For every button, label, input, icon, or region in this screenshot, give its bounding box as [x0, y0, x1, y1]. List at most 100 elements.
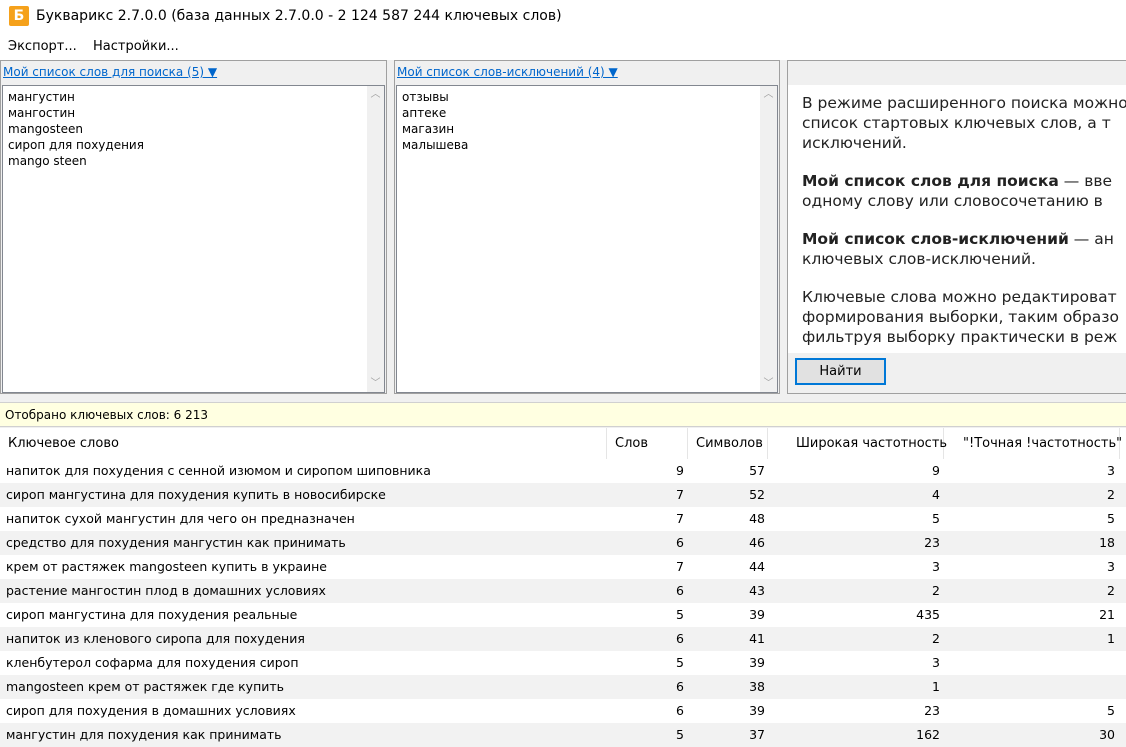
search-word: mangosteen — [8, 122, 83, 136]
table-row[interactable]: крем от растяжек mangosteen купить в укр… — [0, 555, 1126, 579]
cell-keyword: крем от растяжек mangosteen купить в укр… — [6, 559, 327, 574]
menu-settings[interactable]: Настройки... — [93, 39, 179, 54]
cell-broad-freq: 3 — [932, 559, 940, 574]
cell-broad-freq: 1 — [932, 679, 940, 694]
table-row[interactable]: средство для похудения мангустин как при… — [0, 531, 1126, 555]
cell-keyword: mangosteen крем от растяжек где купить — [6, 679, 285, 694]
search-words-panel: Мой список слов для поиска (5) ▼ мангуст… — [0, 60, 387, 394]
search-words-textarea[interactable]: мангустин мангостин mangosteen сироп для… — [2, 85, 385, 393]
cell-keyword: сироп мангустина для похудения реальные — [6, 607, 298, 622]
cell-chars: 48 — [749, 511, 765, 526]
column-header-keyword[interactable]: Ключевое слово — [0, 428, 607, 459]
scroll-down-icon[interactable]: ﹀ — [760, 375, 777, 392]
exclude-words-panel: Мой список слов-исключений (4) ▼ отзывы … — [394, 60, 780, 394]
cell-broad-freq: 9 — [932, 463, 940, 478]
cell-keyword: кленбутерол софарма для похудения сироп — [6, 655, 299, 670]
menu-bar: Экспорт... Настройки... — [0, 34, 1126, 60]
table-row[interactable]: сироп для похудения в домашних условиях 6… — [0, 699, 1126, 723]
info-paragraph-2: Мой список слов для поиска — вве одному … — [802, 172, 1113, 210]
cell-words: 9 — [676, 463, 684, 478]
cell-chars: 39 — [749, 655, 765, 670]
search-list-scrollbar[interactable]: ︿ ﹀ — [367, 86, 384, 392]
table-row[interactable]: напиток для похудения с сенной изюмом и … — [0, 459, 1126, 483]
scroll-up-icon[interactable]: ︿ — [760, 86, 777, 103]
cell-exact-freq: 3 — [1107, 559, 1115, 574]
cell-words: 6 — [676, 631, 684, 646]
cell-exact-freq: 21 — [1099, 607, 1115, 622]
exclude-list-header-link[interactable]: Мой список слов-исключений (4) ▼ — [397, 65, 618, 79]
cell-broad-freq: 162 — [916, 727, 940, 742]
cell-words: 5 — [676, 727, 684, 742]
info-paragraph-1: В режиме расширенного поиска можно списо… — [802, 94, 1126, 152]
menu-export[interactable]: Экспорт... — [8, 39, 77, 54]
exclude-word: отзывы — [402, 90, 449, 104]
cell-exact-freq: 3 — [1107, 463, 1115, 478]
cell-exact-freq — [944, 651, 1115, 675]
cell-chars: 57 — [749, 463, 765, 478]
cell-chars: 38 — [749, 679, 765, 694]
cell-chars: 39 — [749, 607, 765, 622]
info-panel: В режиме расширенного поиска можно списо… — [787, 60, 1126, 394]
cell-chars: 52 — [749, 487, 765, 502]
cell-words: 7 — [676, 559, 684, 574]
cell-broad-freq: 435 — [916, 607, 940, 622]
exclude-list-scrollbar[interactable]: ︿ ﹀ — [760, 86, 777, 392]
table-row[interactable]: напиток сухой мангустин для чего он пред… — [0, 507, 1126, 531]
cell-keyword: напиток из кленового сиропа для похудени… — [6, 631, 305, 646]
search-list-header-link[interactable]: Мой список слов для поиска (5) ▼ — [3, 65, 217, 79]
cell-chars: 46 — [749, 535, 765, 550]
table-row[interactable]: мангустин для похудения как принимать 5 37… — [0, 723, 1126, 747]
cell-words: 6 — [676, 583, 684, 598]
scroll-down-icon[interactable]: ﹀ — [367, 375, 384, 392]
search-word: мангустин — [8, 90, 75, 104]
cell-exact-freq: 30 — [1099, 727, 1115, 742]
cell-keyword: растение мангостин плод в домашних услов… — [6, 583, 326, 598]
cell-broad-freq: 5 — [932, 511, 940, 526]
info-text-area: В режиме расширенного поиска можно списо… — [788, 85, 1126, 353]
cell-words: 6 — [676, 703, 684, 718]
cell-exact-freq: 2 — [1107, 487, 1115, 502]
cell-exact-freq: 5 — [1107, 703, 1115, 718]
search-word: mango steen — [8, 154, 87, 168]
info-paragraph-3: Мой список слов-исключений — ан ключевых… — [802, 230, 1114, 268]
cell-chars: 37 — [749, 727, 765, 742]
table-row[interactable]: кленбутерол софарма для похудения сироп 5… — [0, 651, 1126, 675]
table-row[interactable]: mangosteen крем от растяжек где купить 6 3… — [0, 675, 1126, 699]
cell-words: 5 — [676, 607, 684, 622]
cell-exact-freq — [944, 675, 1115, 699]
scroll-up-icon[interactable]: ︿ — [367, 86, 384, 103]
cell-words: 7 — [676, 511, 684, 526]
cell-broad-freq: 2 — [932, 583, 940, 598]
cell-exact-freq: 1 — [1107, 631, 1115, 646]
column-header-words[interactable]: Слов — [607, 428, 688, 459]
exclude-words-textarea[interactable]: отзывы аптеке магазин малышева ︿ ﹀ — [396, 85, 778, 393]
cell-exact-freq: 5 — [1107, 511, 1115, 526]
cell-chars: 43 — [749, 583, 765, 598]
results-count-text: Отобрано ключевых слов: 6 213 — [5, 408, 208, 422]
column-header-exact-freq[interactable]: "!Точная !частотность" — [944, 428, 1122, 459]
cell-broad-freq: 4 — [932, 487, 940, 502]
title-bar: Б Букварикс 2.7.0.0 (база данных 2.7.0.0… — [0, 0, 1126, 34]
table-row[interactable]: сироп мангустина для похудения купить в … — [0, 483, 1126, 507]
cell-chars: 39 — [749, 703, 765, 718]
column-header-broad-freq[interactable]: Широкая частотность — [768, 428, 947, 459]
cell-keyword: сироп для похудения в домашних условиях — [6, 703, 296, 718]
cell-chars: 44 — [749, 559, 765, 574]
cell-keyword: напиток сухой мангустин для чего он пред… — [6, 511, 355, 526]
table-row[interactable]: растение мангостин плод в домашних услов… — [0, 579, 1126, 603]
cell-broad-freq: 3 — [932, 655, 940, 670]
cell-exact-freq: 2 — [1107, 583, 1115, 598]
window-title: Букварикс 2.7.0.0 (база данных 2.7.0.0 -… — [36, 8, 562, 24]
find-button[interactable]: Найти — [795, 358, 886, 385]
results-table: Ключевое слово Слов Символов Широкая час… — [0, 428, 1126, 747]
table-row[interactable]: напиток из кленового сиропа для похудени… — [0, 627, 1126, 651]
cell-keyword: мангустин для похудения как принимать — [6, 727, 282, 742]
table-row[interactable]: сироп мангустина для похудения реальные 5… — [0, 603, 1126, 627]
results-count-bar: Отобрано ключевых слов: 6 213 — [0, 402, 1126, 427]
exclude-word: аптеке — [402, 106, 447, 120]
search-word: сироп для похудения — [8, 138, 144, 152]
cell-broad-freq: 2 — [932, 631, 940, 646]
cell-words: 6 — [676, 679, 684, 694]
column-header-chars[interactable]: Символов — [688, 428, 768, 459]
app-logo-icon: Б — [9, 6, 29, 26]
